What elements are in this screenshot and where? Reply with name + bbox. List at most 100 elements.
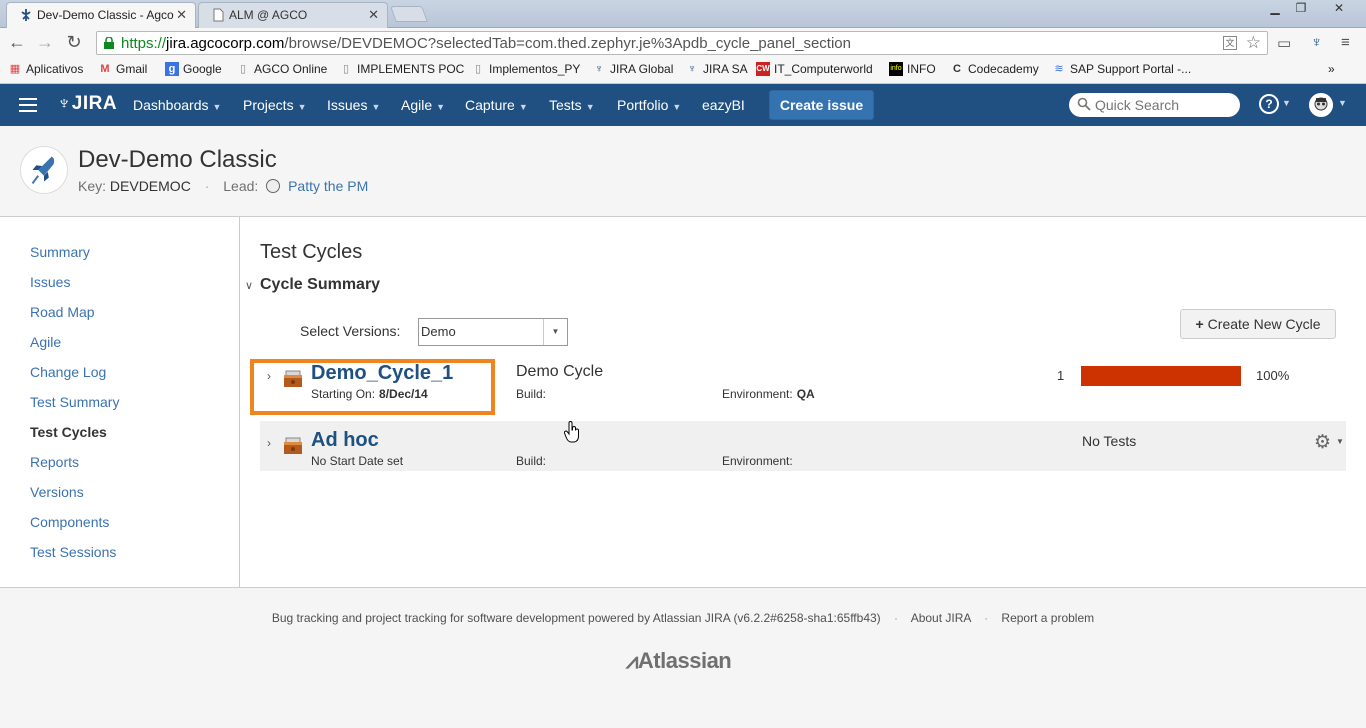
maximize-icon[interactable]: ❐ [1288, 0, 1314, 18]
browser-tab[interactable]: ALM @ AGCO ✕ [198, 2, 388, 28]
bookmark-implementos[interactable]: ▯ Implementos_PY [471, 62, 580, 76]
sidebar-item-versions[interactable]: Versions [30, 484, 84, 500]
cycle-row[interactable]: › Ad hoc No Start Date set Build: Enviro… [260, 421, 1346, 471]
highlight-box [250, 359, 495, 415]
jira-favicon-icon [21, 9, 31, 21]
bookmark-agco-online[interactable]: ▯ AGCO Online [236, 62, 327, 76]
search-input[interactable] [1095, 95, 1235, 115]
project-meta: Key: DEVDEMOC · Lead: Patty the PM [78, 178, 369, 194]
cycle-progress-bar[interactable] [1081, 366, 1241, 386]
version-select[interactable]: Demo ▼ [418, 318, 568, 346]
project-lead-link[interactable]: Patty the PM [288, 178, 368, 194]
app-switcher-icon[interactable] [19, 98, 37, 112]
sidebar-item-test-sessions[interactable]: Test Sessions [30, 544, 116, 560]
tab-close-icon[interactable]: ✕ [368, 3, 379, 27]
jira-extension-icon[interactable]: ♆ [1311, 34, 1322, 51]
cycle-build: Build: [516, 454, 547, 468]
bookmark-sap-support[interactable]: ≋ SAP Support Portal -... [1052, 62, 1191, 76]
nav-projects[interactable]: Projects ▼ [243, 97, 307, 113]
browser-tabstrip: Dev-Demo Classic - Agco ✕ ALM @ AGCO ✕ ▁… [0, 0, 1366, 28]
chevron-down-icon[interactable]: ▼ [1282, 98, 1291, 108]
cycle-name[interactable]: Ad hoc [311, 429, 379, 452]
cycle-start: No Start Date set [311, 454, 404, 468]
sidebar-item-test-summary[interactable]: Test Summary [30, 394, 119, 410]
address-bar[interactable]: https://jira.agcocorp.com/browse/DEVDEMO… [96, 31, 1268, 55]
bookmarks-overflow-icon[interactable]: » [1328, 62, 1335, 76]
new-tab-button[interactable] [390, 6, 428, 22]
search-icon [1077, 97, 1091, 111]
nav-dashboards[interactable]: Dashboards ▼ [133, 97, 221, 113]
bookmark-it-computerworld[interactable]: CW IT_Computerworld [756, 62, 873, 76]
bookmark-google[interactable]: g Google [165, 62, 222, 76]
project-name[interactable]: Dev-Demo Classic [78, 146, 277, 174]
nav-portfolio[interactable]: Portfolio ▼ [617, 97, 681, 113]
bookmark-codecademy[interactable]: C Codecademy [950, 62, 1039, 76]
user-avatar[interactable] [1309, 93, 1333, 117]
sap-icon: ≋ [1054, 63, 1064, 75]
nav-agile[interactable]: Agile ▼ [401, 97, 445, 113]
sidebar-item-agile[interactable]: Agile [30, 334, 61, 350]
chevron-down-icon[interactable]: ∨ [245, 279, 253, 292]
create-new-cycle-button[interactable]: + Create New Cycle [1180, 309, 1336, 339]
browser-toolbar: ← → ↻ https://jira.agcocorp.com/browse/D… [0, 28, 1366, 58]
cycle-summary-heading[interactable]: Cycle Summary [260, 276, 380, 294]
sidebar-item-change-log[interactable]: Change Log [30, 364, 106, 380]
sidebar-item-summary[interactable]: Summary [30, 244, 90, 260]
chevron-down-icon[interactable]: ▼ [1336, 437, 1344, 446]
back-arrow-icon[interactable]: ← [6, 32, 28, 54]
rocket-icon[interactable] [20, 146, 68, 194]
bookmark-gmail[interactable]: M Gmail [98, 62, 147, 76]
codecademy-icon: C [953, 63, 961, 75]
cycle-status-text: No Tests [1082, 433, 1137, 449]
minimize-icon[interactable]: ▁ [1262, 0, 1288, 18]
tab-title: Dev-Demo Classic - Agco [37, 8, 174, 22]
chevron-down-icon: ▼ [212, 102, 222, 112]
dropdown-arrow-icon[interactable]: ▼ [543, 319, 567, 345]
jira-logo[interactable]: ♆JIRA [57, 93, 117, 115]
chevron-right-icon[interactable]: › [267, 436, 271, 450]
project-header: Dev-Demo Classic Key: DEVDEMOC · Lead: P… [0, 126, 1366, 217]
tab-close-icon[interactable]: ✕ [176, 3, 187, 27]
bookmark-implements-poc[interactable]: ▯ IMPLEMENTS POC [339, 62, 464, 76]
nav-eazybi[interactable]: eazyBI [702, 97, 745, 113]
lead-label: Lead: [223, 178, 259, 194]
bookmark-star-icon[interactable]: ☆ [1246, 33, 1261, 53]
browser-tab-active[interactable]: Dev-Demo Classic - Agco ✕ [6, 2, 196, 28]
bookmark-info[interactable]: info INFO [889, 62, 936, 76]
window-close-icon[interactable]: ✕ [1326, 0, 1352, 18]
apps-grid-icon: ▦ [9, 63, 21, 75]
cast-icon[interactable]: ▭ [1277, 34, 1291, 52]
sidebar-item-test-cycles[interactable]: Test Cycles [30, 424, 107, 440]
info-icon: info [889, 62, 903, 76]
chevron-down-icon: ▼ [297, 102, 307, 112]
nav-tests[interactable]: Tests ▼ [549, 97, 595, 113]
nav-issues[interactable]: Issues ▼ [327, 97, 380, 113]
sidebar-item-reports[interactable]: Reports [30, 454, 79, 470]
progress-fill [1081, 366, 1241, 386]
help-icon[interactable]: ? [1259, 94, 1279, 114]
translate-icon[interactable]: 文 [1223, 36, 1237, 50]
gear-icon[interactable]: ⚙ [1314, 431, 1331, 454]
sidebar-item-components[interactable]: Components [30, 514, 109, 530]
chevron-down-icon[interactable]: ▼ [1338, 98, 1347, 108]
menu-icon[interactable]: ≡ [1341, 34, 1350, 51]
atlassian-logo[interactable]: ⩘Atlassian [626, 648, 732, 674]
quick-search[interactable] [1069, 93, 1240, 117]
bookmark-jira-sa[interactable]: ♆ JIRA SA [685, 62, 748, 76]
page-icon: ▯ [474, 63, 482, 75]
reload-icon[interactable]: ↻ [63, 32, 85, 54]
footer: Bug tracking and project tracking for so… [0, 587, 1366, 728]
report-problem-link[interactable]: Report a problem [1001, 611, 1094, 625]
chevron-down-icon: ▼ [518, 102, 528, 112]
about-jira-link[interactable]: About JIRA [911, 611, 971, 625]
create-issue-button[interactable]: Create issue [769, 90, 874, 120]
forward-arrow-icon[interactable]: → [34, 32, 56, 54]
hand-cursor-icon [564, 421, 579, 443]
sidebar-item-issues[interactable]: Issues [30, 274, 70, 290]
bookmark-jira-global[interactable]: ♆ JIRA Global [592, 62, 674, 76]
nav-capture[interactable]: Capture ▼ [465, 97, 528, 113]
chevron-down-icon: ▼ [371, 102, 381, 112]
sidebar-item-road-map[interactable]: Road Map [30, 304, 95, 320]
lead-avatar-icon [266, 179, 281, 193]
bookmark-apps[interactable]: ▦ Aplicativos [8, 62, 84, 76]
